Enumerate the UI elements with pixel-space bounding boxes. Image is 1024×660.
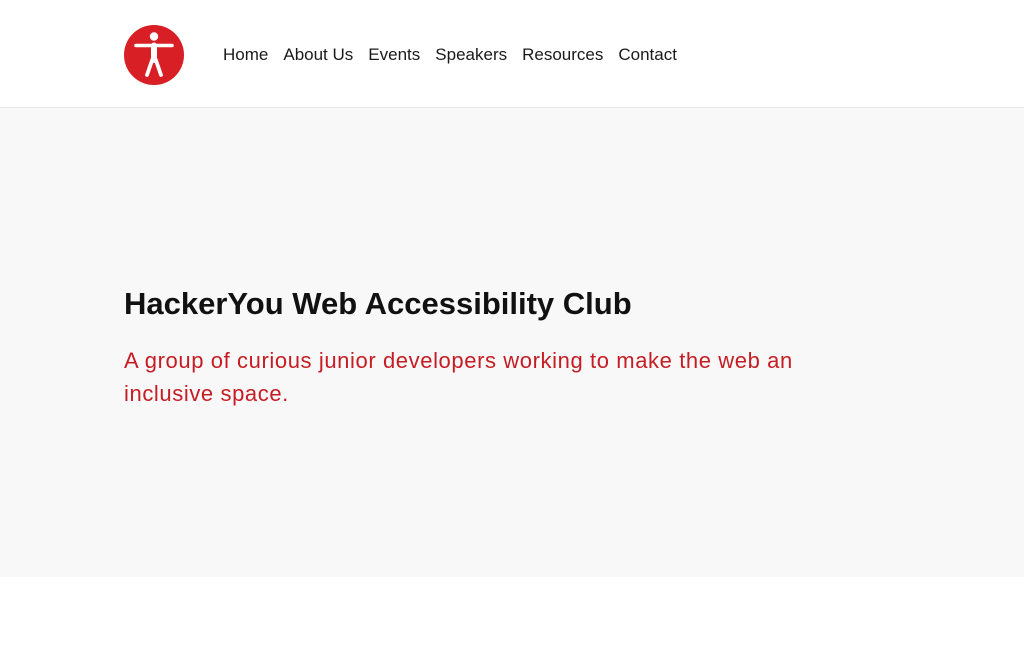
hero-tagline: A group of curious junior developers wor… bbox=[124, 348, 793, 406]
nav-link-contact[interactable]: Contact bbox=[618, 43, 677, 67]
nav-link-about-us[interactable]: About Us bbox=[283, 43, 353, 67]
nav-link-resources[interactable]: Resources bbox=[522, 43, 603, 67]
main-nav: Home About Us Events Speakers Resources … bbox=[223, 43, 677, 67]
hero-title: HackerYou Web Accessibility Club bbox=[124, 286, 632, 321]
nav-link-events[interactable]: Events bbox=[368, 43, 420, 67]
logo-link[interactable] bbox=[124, 25, 184, 85]
site-header: Home About Us Events Speakers Resources … bbox=[0, 0, 1024, 108]
nav-link-speakers[interactable]: Speakers bbox=[435, 43, 507, 67]
nav-link-home[interactable]: Home bbox=[223, 43, 268, 67]
accessibility-person-icon bbox=[124, 25, 184, 85]
hero-section: HackerYou Web Accessibility Club A group… bbox=[0, 108, 1024, 577]
